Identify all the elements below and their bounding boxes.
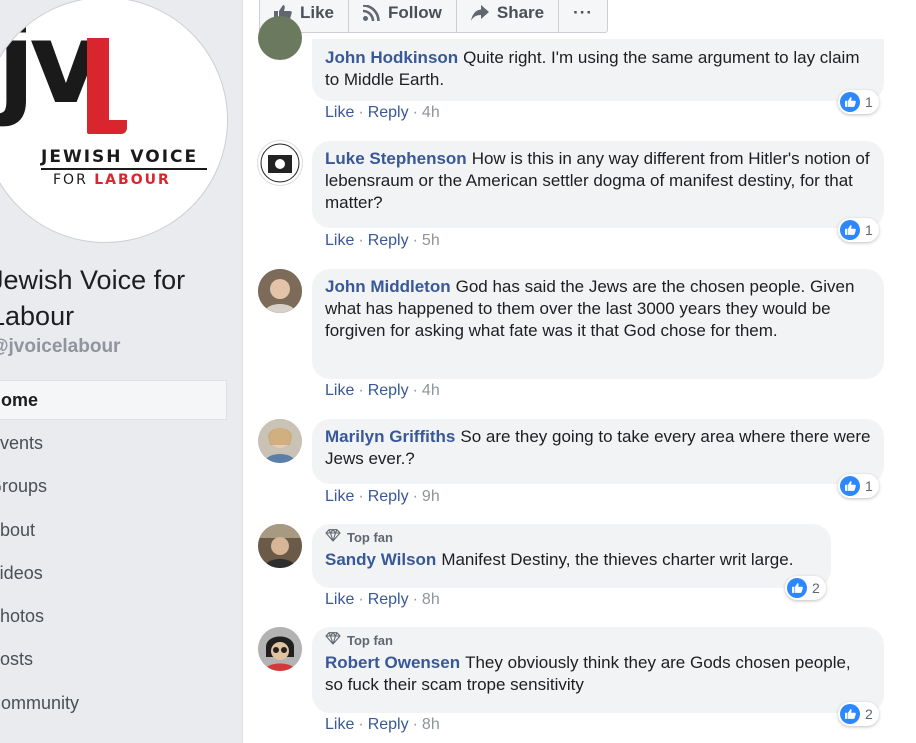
comment-timestamp[interactable]: 8h (422, 716, 440, 733)
comment-bubble: Top fan Sandy Wilson Manifest Destiny, th… (312, 524, 831, 588)
comment-author[interactable]: Robert Owensen (325, 653, 460, 672)
logo-accent-foot (87, 120, 127, 134)
comment-actions: Like · Reply · 5h (325, 232, 440, 249)
comment-author[interactable]: John Hodkinson (325, 48, 458, 67)
page-profile-picture[interactable]: jv JEWISH VOICE FOR LABOUR (0, 0, 227, 242)
comment-bubble: Marilyn Griffiths So are they going to ta… (312, 419, 884, 484)
comment-bubble: Top fan Robert Owensen They obviously thi… (312, 627, 884, 713)
share-label: Share (496, 3, 545, 22)
reply-link[interactable]: Reply (368, 104, 409, 121)
follow-button[interactable]: Follow (349, 0, 457, 32)
reply-link[interactable]: Reply (368, 382, 409, 399)
like-comment-link[interactable]: Like (325, 716, 354, 733)
nav-item-events[interactable]: Events (0, 424, 227, 467)
more-dots-icon: ··· (573, 3, 594, 22)
like-comment-link[interactable]: Like (325, 232, 354, 249)
comment-author[interactable]: Sandy Wilson (325, 550, 436, 569)
logo-line-1: JEWISH VOICE (41, 147, 199, 167)
top-fan-badge: Top fan (325, 529, 818, 547)
commenter-avatar[interactable] (258, 627, 302, 671)
comment-timestamp[interactable]: 8h (422, 591, 440, 608)
page-action-bar: Like Follow Share ··· (259, 0, 609, 33)
more-options-button[interactable]: ··· (559, 0, 607, 32)
nav-item-home[interactable]: Home (0, 380, 227, 420)
reaction-count[interactable]: 1 (838, 474, 879, 498)
follow-label: Follow (388, 3, 442, 22)
comment-timestamp[interactable]: 4h (422, 104, 440, 121)
like-page-label: Like (300, 3, 335, 22)
nav-item-about[interactable]: About (0, 511, 227, 554)
comment-author[interactable]: John Middleton (325, 277, 451, 296)
logo-rule (41, 168, 207, 170)
logo-letters: jv (0, 0, 102, 129)
reaction-count[interactable]: 2 (838, 702, 879, 726)
comment-timestamp[interactable]: 9h (422, 488, 440, 505)
reaction-count[interactable]: 1 (838, 218, 879, 242)
comment-actions: Like · Reply · 9h (325, 488, 440, 505)
reaction-count[interactable]: 1 (838, 90, 879, 114)
commenter-avatar[interactable] (258, 16, 302, 60)
reaction-number: 1 (865, 222, 873, 238)
reply-link[interactable]: Reply (368, 716, 409, 733)
comment-text: Manifest Destiny, the thieves charter wr… (441, 550, 794, 569)
like-comment-link[interactable]: Like (325, 591, 354, 608)
like-reaction-icon (840, 704, 860, 724)
nav-item-posts[interactable]: Posts (0, 640, 227, 683)
share-button[interactable]: Share (457, 0, 560, 32)
commenter-avatar[interactable] (258, 524, 302, 568)
page-nav: Home Events Groups About Videos Photos P… (0, 380, 227, 727)
commenter-avatar[interactable] (258, 141, 302, 185)
comment-actions: Like · Reply · 4h (325, 382, 440, 399)
top-fan-label: Top fan (347, 530, 393, 545)
share-arrow-icon (470, 5, 489, 21)
page-title[interactable]: Jewish Voice for Labour (0, 262, 240, 334)
like-reaction-icon (840, 476, 860, 496)
logo-line-2: FOR LABOUR (53, 172, 171, 188)
rss-icon (363, 5, 380, 21)
comment-bubble: John Hodkinson Quite right. I'm using the… (312, 39, 884, 101)
comment-actions: Like · Reply · 8h (325, 716, 440, 733)
nav-item-groups[interactable]: Groups (0, 467, 227, 510)
commenter-avatar[interactable] (258, 419, 302, 463)
like-reaction-icon (840, 220, 860, 240)
comment-author[interactable]: Marilyn Griffiths (325, 427, 455, 446)
top-fan-label: Top fan (347, 633, 393, 648)
reaction-count[interactable]: 2 (785, 576, 826, 600)
comment-author[interactable]: Luke Stephenson (325, 149, 467, 168)
like-comment-link[interactable]: Like (325, 488, 354, 505)
like-comment-link[interactable]: Like (325, 104, 354, 121)
comment-timestamp[interactable]: 4h (422, 382, 440, 399)
nav-item-videos[interactable]: Videos (0, 554, 227, 597)
nav-item-community[interactable]: Community (0, 684, 227, 727)
like-reaction-icon (840, 92, 860, 112)
like-comment-link[interactable]: Like (325, 382, 354, 399)
top-fan-badge: Top fan (325, 632, 871, 650)
reaction-number: 1 (865, 478, 873, 494)
comment-timestamp[interactable]: 5h (422, 232, 440, 249)
comment-actions: Like · Reply · 8h (325, 591, 440, 608)
like-reaction-icon (787, 578, 807, 598)
page-handle[interactable]: @jvoicelabour (0, 336, 120, 358)
commenter-avatar[interactable] (258, 269, 302, 313)
diamond-icon (325, 529, 341, 547)
comment-bubble: Luke Stephenson How is this in any way di… (312, 141, 884, 228)
comment-actions: Like · Reply · 4h (325, 104, 440, 121)
reaction-number: 2 (865, 706, 873, 722)
page-sidebar: jv JEWISH VOICE FOR LABOUR Jewish Voice … (0, 0, 243, 743)
reaction-number: 2 (812, 580, 820, 596)
comment-bubble: John Middleton God has said the Jews are … (312, 269, 884, 379)
reply-link[interactable]: Reply (368, 591, 409, 608)
reaction-number: 1 (865, 94, 873, 110)
reply-link[interactable]: Reply (368, 488, 409, 505)
diamond-icon (325, 632, 341, 650)
nav-item-photos[interactable]: Photos (0, 597, 227, 640)
reply-link[interactable]: Reply (368, 232, 409, 249)
